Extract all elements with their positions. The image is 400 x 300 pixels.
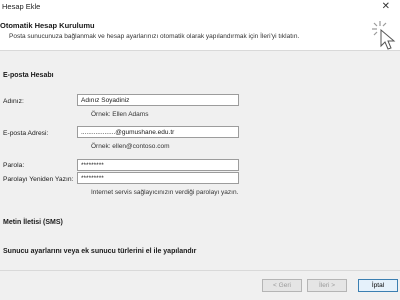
name-label: Adınız: <box>3 98 24 105</box>
page-title: Otomatik Hesap Kurulumu <box>0 21 95 30</box>
password-field[interactable]: ********* <box>77 159 239 171</box>
back-button[interactable]: < Geri <box>262 279 302 292</box>
header-band: Otomatik Hesap Kurulumu Posta sunucunuza… <box>0 14 400 51</box>
sms-section-heading[interactable]: Metin İletisi (SMS) <box>3 219 63 226</box>
divider <box>0 270 400 271</box>
password-hint: Internet servis sağlayıcınızın verdiği p… <box>91 189 239 196</box>
password-confirm-label: Parolayı Yeniden Yazın: <box>3 176 74 183</box>
email-label: E-posta Adresi: <box>3 130 49 137</box>
name-field[interactable]: Adınız Soyadiniz <box>77 94 239 106</box>
next-button[interactable]: İleri > <box>307 279 347 292</box>
email-field[interactable]: ...................@gumushane.edu.tr <box>77 126 239 138</box>
password-label: Parola: <box>3 162 25 169</box>
cursor-click-icon <box>372 21 396 50</box>
page-description: Posta sunucunuza bağlanmak ve hesap ayar… <box>9 33 300 40</box>
name-hint: Örnek: Ellen Adams <box>91 111 149 118</box>
title-bar: Hesap Ekle ✕ <box>0 0 400 14</box>
cancel-button[interactable]: İptal <box>358 279 398 292</box>
close-icon[interactable]: ✕ <box>382 1 390 12</box>
manual-setup-heading[interactable]: Sunucu ayarlarını veya ek sunucu türleri… <box>3 248 196 255</box>
email-section-heading: E-posta Hesabı <box>3 72 54 79</box>
window-title: Hesap Ekle <box>2 2 41 11</box>
email-hint: Örnek: ellen@contoso.com <box>91 143 170 150</box>
password-confirm-field[interactable]: ********* <box>77 172 239 184</box>
